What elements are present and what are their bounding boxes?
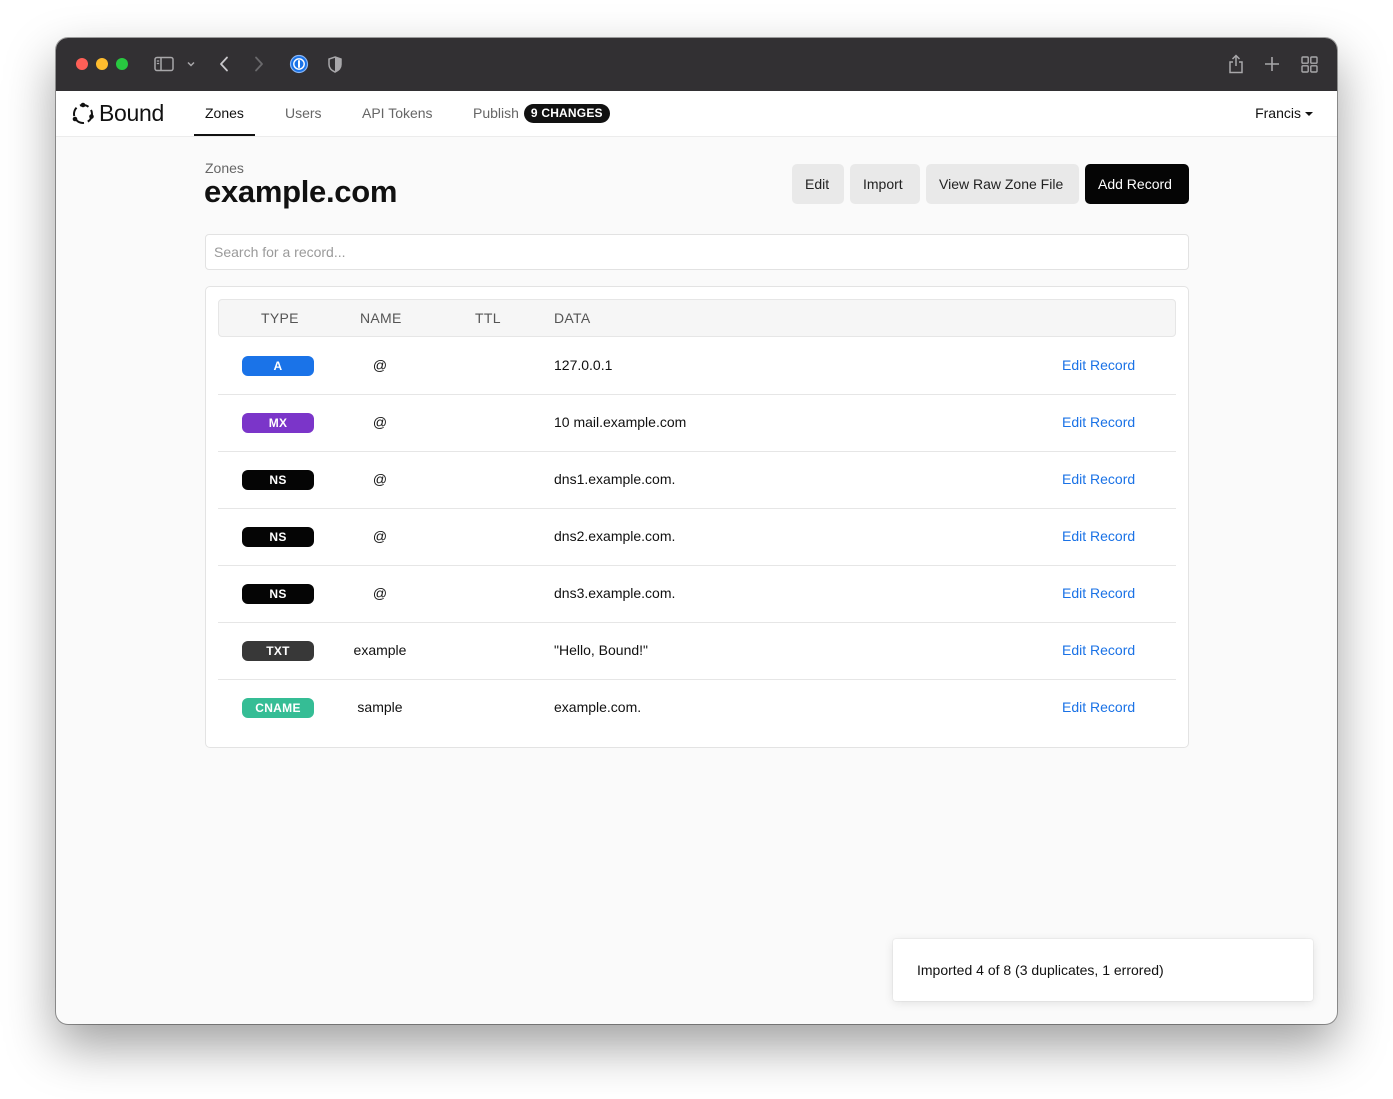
record-type-badge: TXT (242, 641, 314, 661)
table-row: CNAME sample example.com. Edit Record (218, 679, 1176, 736)
caret-down-icon (1305, 112, 1313, 116)
new-tab-icon[interactable] (1262, 53, 1282, 75)
import-button[interactable]: Import (850, 164, 920, 204)
record-data: dns3.example.com. (554, 585, 676, 601)
browser-toolbar (56, 38, 1337, 91)
edit-record-link[interactable]: Edit Record (1062, 622, 1135, 679)
import-toast: Imported 4 of 8 (3 duplicates, 1 errored… (893, 939, 1313, 1001)
record-name: @ (372, 414, 388, 430)
record-data: dns1.example.com. (554, 471, 676, 487)
bound-logo-icon (71, 102, 95, 126)
record-type-badge: MX (242, 413, 314, 433)
table-header: TYPE NAME TTL DATA (218, 299, 1176, 337)
table-row: TXT example "Hello, Bound!" Edit Record (218, 622, 1176, 680)
password-manager-icon[interactable] (288, 53, 310, 75)
records-table: TYPE NAME TTL DATA A @ 127.0.0.1 Edit Re… (205, 286, 1189, 748)
minimize-window-button[interactable] (96, 58, 108, 70)
record-name: @ (372, 528, 388, 544)
forward-arrow-icon[interactable] (251, 53, 267, 75)
edit-record-link[interactable]: Edit Record (1062, 565, 1135, 622)
column-header-type: TYPE (261, 310, 299, 326)
view-raw-zone-file-button[interactable]: View Raw Zone File (926, 164, 1079, 204)
page-title: example.com (204, 174, 398, 209)
tab-api-tokens[interactable]: API Tokens (362, 91, 433, 136)
record-type-badge: CNAME (242, 698, 314, 718)
record-name: example (353, 642, 407, 658)
column-header-data: DATA (554, 310, 591, 326)
app-navbar: Bound Zones Users API Tokens Publish 9 CH… (56, 91, 1337, 137)
user-menu[interactable]: Francis (1255, 91, 1313, 136)
tab-users[interactable]: Users (285, 91, 322, 136)
record-data: "Hello, Bound!" (554, 642, 648, 658)
changes-badge: 9 CHANGES (523, 104, 610, 123)
edit-record-link[interactable]: Edit Record (1062, 679, 1135, 736)
edit-record-link[interactable]: Edit Record (1062, 508, 1135, 565)
record-data: 10 mail.example.com (554, 414, 687, 430)
tab-overview-icon[interactable] (1299, 53, 1319, 75)
tab-publish-label: Publish (473, 105, 519, 121)
record-type-badge: NS (242, 470, 314, 490)
tab-publish[interactable]: Publish 9 CHANGES (473, 91, 610, 136)
edit-record-link[interactable]: Edit Record (1062, 394, 1135, 451)
edit-record-link[interactable]: Edit Record (1062, 337, 1135, 394)
record-data: example.com. (554, 699, 642, 715)
record-name: @ (372, 585, 388, 601)
edit-zone-button[interactable]: Edit (792, 164, 844, 204)
toast-message: Imported 4 of 8 (3 duplicates, 1 errored… (917, 962, 1164, 978)
table-row: NS @ dns3.example.com. Edit Record (218, 565, 1176, 623)
record-type-badge: NS (242, 527, 314, 547)
table-row: NS @ dns1.example.com. Edit Record (218, 451, 1176, 509)
logo[interactable]: Bound (71, 100, 164, 127)
record-name: @ (372, 357, 388, 373)
record-type-badge: A (242, 356, 314, 376)
record-name: sample (357, 699, 403, 715)
column-header-ttl: TTL (475, 310, 501, 326)
user-name: Francis (1255, 105, 1301, 121)
table-row: A @ 127.0.0.1 Edit Record (218, 337, 1176, 395)
table-row: NS @ dns2.example.com. Edit Record (218, 508, 1176, 566)
close-window-button[interactable] (76, 58, 88, 70)
app-name: Bound (99, 100, 165, 126)
chevron-down-icon[interactable] (185, 53, 197, 75)
record-data: 127.0.0.1 (554, 357, 613, 373)
record-data: dns2.example.com. (554, 528, 676, 544)
edit-record-link[interactable]: Edit Record (1062, 451, 1135, 508)
zoom-window-button[interactable] (116, 58, 128, 70)
search-input[interactable] (205, 234, 1189, 270)
share-icon[interactable] (1226, 53, 1246, 75)
record-type-badge: NS (242, 584, 314, 604)
record-name: @ (372, 471, 388, 487)
sidebar-icon[interactable] (153, 53, 175, 75)
add-record-button[interactable]: Add Record (1085, 164, 1189, 204)
column-header-name: NAME (360, 310, 402, 326)
shield-icon[interactable] (326, 53, 344, 75)
table-row: MX @ 10 mail.example.com Edit Record (218, 394, 1176, 452)
tab-zones[interactable]: Zones (194, 91, 255, 136)
browser-window: Bound Zones Users API Tokens Publish 9 CH… (56, 38, 1337, 1024)
back-arrow-icon[interactable] (216, 53, 232, 75)
